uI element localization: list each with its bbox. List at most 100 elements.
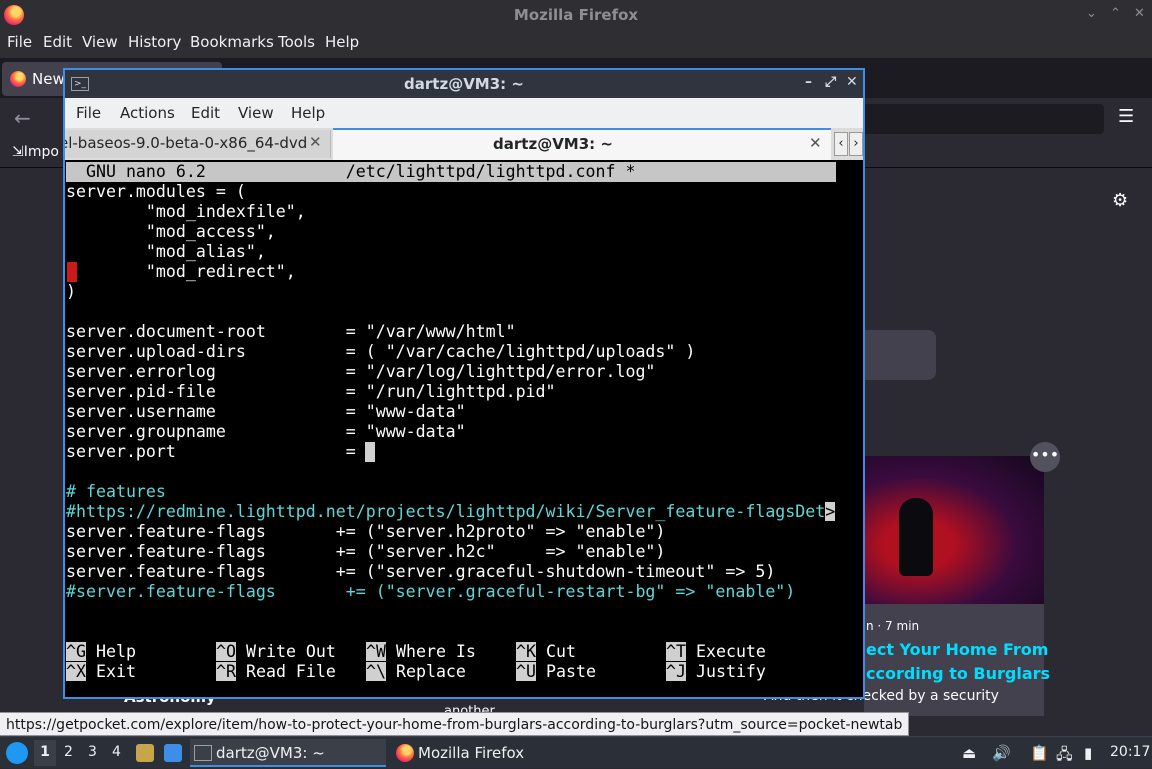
url-bar[interactable] (840, 104, 1104, 134)
shortcut-label: Exit (95, 662, 136, 681)
maximize-icon[interactable]: ⌃ (1110, 6, 1121, 21)
import-icon: ⇲ (12, 144, 24, 160)
story-title-line2[interactable]: ccording to Burglars (866, 664, 1050, 683)
shortcut-exit[interactable]: ^X Exit (66, 662, 136, 682)
eject-icon[interactable]: ⏏ (962, 744, 976, 762)
terminal-menu-view[interactable]: View (238, 104, 274, 122)
menu-view[interactable]: View (82, 33, 118, 51)
volume-icon[interactable]: 🔊 (992, 744, 1011, 762)
close-icon[interactable]: ✕ (1134, 6, 1145, 21)
shortcut-key: ^R (216, 662, 236, 681)
terminal-tab-label: dartz@VM3: ~ (493, 135, 613, 153)
code-line: server.upload-dirs = ( "/var/cache/light… (66, 342, 696, 361)
tab-close-icon[interactable]: ✕ (309, 133, 322, 151)
hamburger-menu-icon[interactable]: ☰ (1118, 106, 1134, 127)
code-line: server.groupname = "www-data" (66, 422, 466, 441)
workspace-3[interactable]: 3 (88, 744, 97, 760)
file-manager-icon[interactable] (136, 744, 154, 762)
terminal-tab-baseos[interactable]: el-baseos-9.0-beta-0-x86_64-dvd ✕ (65, 130, 331, 158)
shortcut-help[interactable]: ^G Help (66, 642, 136, 662)
menu-edit[interactable]: Edit (43, 33, 72, 51)
close-icon[interactable]: ✕ (846, 74, 858, 90)
shortcut-label: Paste (545, 662, 596, 681)
more-options-icon[interactable]: ••• (1030, 442, 1060, 472)
shortcut-justify[interactable]: ^J Justify (666, 662, 766, 682)
comment-line: #server.feature-flags += ("server.gracef… (66, 582, 796, 601)
shortcut-key: ^W (366, 642, 386, 661)
terminal-tab-active[interactable]: dartz@VM3: ~ ✕ (333, 128, 831, 160)
shortcut-key: ^J (666, 662, 686, 681)
shortcut-execute[interactable]: ^T Execute (666, 642, 766, 662)
tab-scroll-right-icon[interactable]: › (849, 132, 863, 156)
terminal-menubar: File Actions Edit View Help (65, 98, 863, 128)
terminal-tabbar: el-baseos-9.0-beta-0-x86_64-dvd ✕ dartz@… (65, 128, 863, 160)
workspace-1[interactable]: 1 (34, 740, 56, 766)
taskbar-task-label: dartz@VM3: ~ (216, 744, 325, 762)
back-arrow-icon[interactable]: ← (14, 106, 31, 130)
code-line: server.errorlog = "/var/log/lighttpd/err… (66, 362, 656, 381)
menu-file[interactable]: File (7, 33, 32, 51)
taskbar-task-label: Mozilla Firefox (418, 744, 525, 762)
code-line: ) (66, 282, 76, 301)
menu-history[interactable]: History (128, 33, 181, 51)
workspace-4[interactable]: 4 (112, 744, 121, 760)
code-line: server.pid-file = "/run/lighttpd.pid" (66, 382, 556, 401)
firefox-menubar: File Edit View History Bookmarks Tools H… (0, 30, 1152, 58)
minimize-icon[interactable]: ⌄ (1086, 6, 1097, 21)
shortcut-where-is[interactable]: ^W Where Is (366, 642, 476, 662)
code-line: "mod_alias", (66, 242, 266, 261)
code-line: server.feature-flags += ("server.h2c" =>… (66, 542, 666, 561)
code-line: "mod_access", (66, 222, 276, 241)
taskbar-task-firefox[interactable]: Mozilla Firefox (390, 739, 586, 767)
shortcut-key: ^X (66, 662, 86, 681)
shortcut-key: ^U (516, 662, 536, 681)
line-truncation-marker: > (825, 502, 836, 521)
shortcut-key: ^G (66, 642, 86, 661)
network-icon[interactable]: 🖧 (1056, 744, 1073, 769)
terminal-menu-actions[interactable]: Actions (120, 104, 175, 122)
story-card-image[interactable] (864, 456, 1044, 604)
shortcut-key: ^O (216, 642, 236, 661)
battery-icon[interactable]: ▮ (1084, 744, 1092, 762)
application-launcher-icon[interactable] (6, 742, 28, 764)
shortcut-label: Read File (245, 662, 336, 681)
menu-tools[interactable]: Tools (278, 33, 315, 51)
story-title-line1[interactable]: ect Your Home From (866, 640, 1048, 659)
show-desktop-icon[interactable] (164, 744, 182, 762)
tab-close-icon[interactable]: ✕ (809, 134, 822, 152)
code-line: server.feature-flags += ("server.gracefu… (66, 562, 776, 581)
code-line: server.username = "www-data" (66, 402, 466, 421)
shortcut-label: Justify (695, 662, 766, 681)
shortcut-write-out[interactable]: ^O Write Out (216, 642, 336, 662)
tab-scroll-left-icon[interactable]: ‹ (834, 132, 848, 156)
terminal-titlebar[interactable]: >_ dartz@VM3: ~ – ⤢ ✕ (65, 70, 863, 98)
menu-help[interactable]: Help (325, 33, 359, 51)
terminal-menu-file[interactable]: File (76, 104, 101, 122)
terminal-window[interactable]: >_ dartz@VM3: ~ – ⤢ ✕ File Actions Edit … (63, 68, 865, 699)
clipboard-icon[interactable]: 📋 (1030, 744, 1049, 762)
shortcut-cut[interactable]: ^K Cut (516, 642, 576, 662)
taskbar-task-terminal[interactable]: dartz@VM3: ~ (190, 739, 386, 767)
nano-header-bar: GNU nano 6.2 /etc/lighttpd/lighttpd.conf… (66, 162, 836, 182)
terminal-menu-edit[interactable]: Edit (191, 104, 220, 122)
shortcut-paste[interactable]: ^U Paste (516, 662, 596, 682)
shortcut-replace[interactable]: ^\ Replace (366, 662, 466, 682)
comment-url-text: #https://redmine.lighttpd.net/projects/l… (66, 502, 826, 521)
import-label: Impo (23, 144, 59, 160)
burglar-figure-image (899, 498, 933, 576)
shortcut-label: Cut (545, 642, 576, 661)
gear-icon[interactable]: ⚙ (1112, 190, 1128, 211)
nano-editor[interactable]: GNU nano 6.2 /etc/lighttpd/lighttpd.conf… (65, 162, 863, 697)
terminal-menu-help[interactable]: Help (291, 104, 325, 122)
import-bookmarks-button[interactable]: ⇲Impo (12, 144, 59, 160)
shortcut-tile[interactable] (864, 330, 936, 380)
menu-bookmarks[interactable]: Bookmarks (190, 33, 274, 51)
shortcut-read-file[interactable]: ^R Read File (216, 662, 336, 682)
firefox-window-title: Mozilla Firefox (513, 6, 639, 24)
clock[interactable]: 20:17 (1110, 744, 1150, 760)
firefox-tab-icon (10, 71, 26, 87)
maximize-icon[interactable]: ⤢ (825, 74, 836, 90)
minimize-icon[interactable]: – (805, 74, 812, 90)
terminal-window-title: dartz@VM3: ~ (404, 75, 524, 93)
workspace-2[interactable]: 2 (64, 744, 73, 760)
